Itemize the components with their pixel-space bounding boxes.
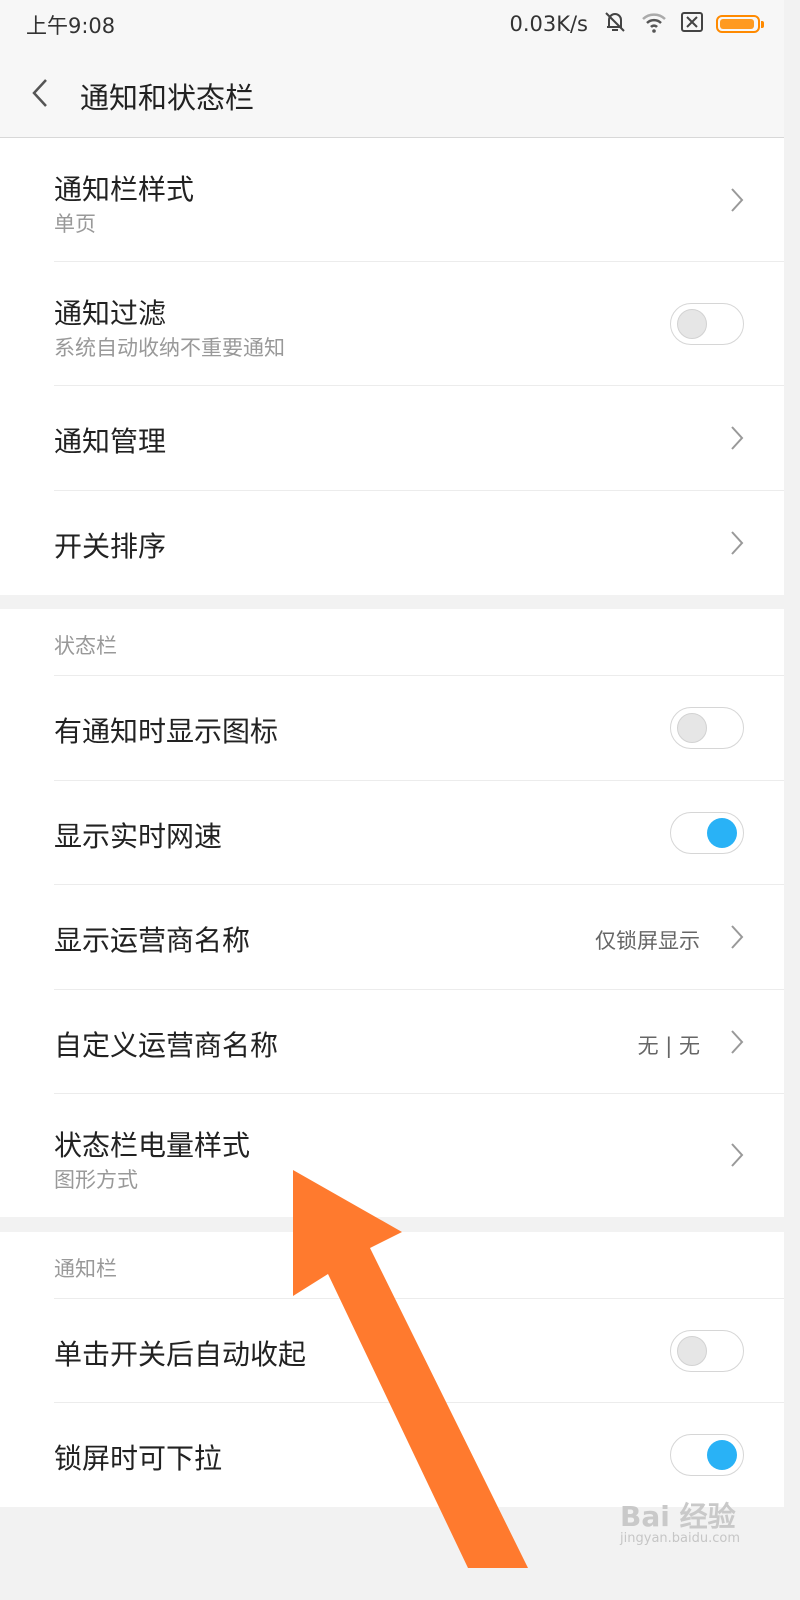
watermark-url: jingyan.baidu.com	[620, 1531, 740, 1546]
watermark-logo: Bai 经验 jingyan.baidu.com	[620, 1495, 740, 1546]
watermark-text: Bai 经验	[620, 1500, 736, 1533]
annotation-arrow	[293, 1170, 528, 1568]
